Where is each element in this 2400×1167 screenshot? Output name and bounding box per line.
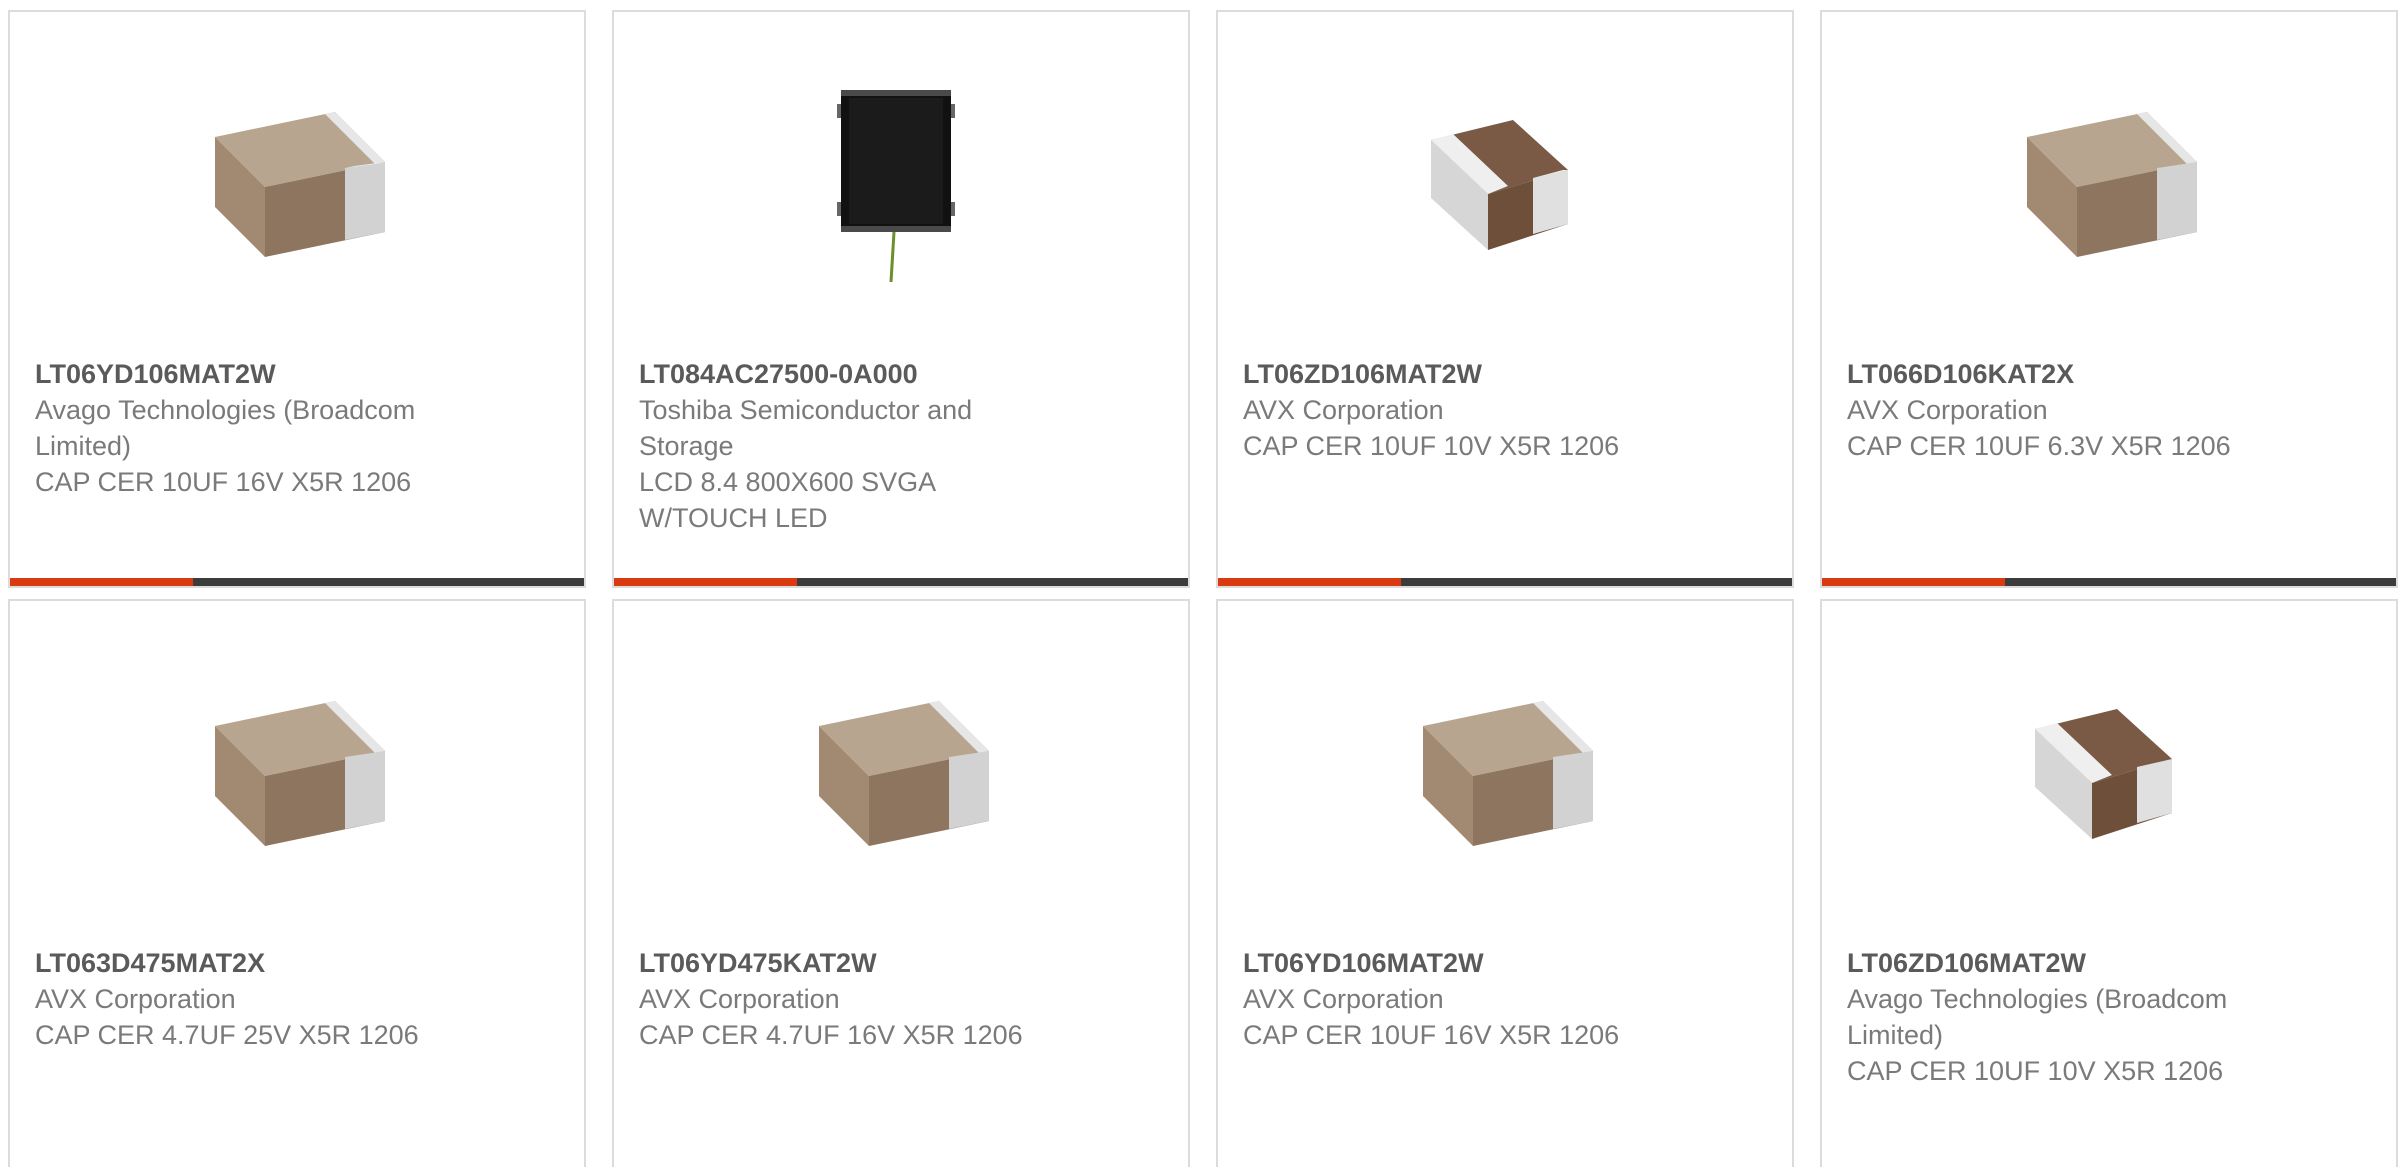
dark-bar-segment — [193, 578, 584, 586]
part-description: LCD 8.4 800X600 SVGA W/TOUCH LED — [639, 467, 935, 533]
manufacturer-name: Avago Technologies (Broadcom Limited) — [1847, 984, 2228, 1050]
product-card[interactable]: LT06YD106MAT2W Avago Technologies (Broad… — [8, 10, 586, 588]
ceramic-capacitor-image — [215, 701, 385, 846]
card-bottom-bar — [1822, 578, 2396, 586]
ceramic-capacitor-image — [2035, 709, 2172, 839]
accent-bar-segment — [1218, 578, 1401, 586]
manufacturer-name: AVX Corporation — [1847, 395, 2048, 425]
product-image[interactable] — [1403, 671, 1608, 876]
manufacturer-name: AVX Corporation — [1243, 395, 1444, 425]
product-card[interactable]: LT06ZD106MAT2W AVX Corporation CAP CER 1… — [1216, 10, 1794, 588]
ceramic-capacitor-image — [2027, 112, 2197, 257]
accent-bar-segment — [10, 578, 193, 586]
part-number[interactable]: LT06YD106MAT2W — [1243, 945, 1713, 981]
manufacturer-name: AVX Corporation — [35, 984, 236, 1014]
part-number[interactable]: LT063D475MAT2X — [35, 945, 505, 981]
product-card[interactable]: LT06YD106MAT2W AVX Corporation CAP CER 1… — [1216, 599, 1794, 1167]
part-number[interactable]: LT06YD475KAT2W — [639, 945, 1109, 981]
part-description: CAP CER 4.7UF 25V X5R 1206 — [35, 1020, 419, 1050]
product-image[interactable] — [195, 82, 400, 287]
product-image[interactable] — [2007, 671, 2212, 876]
manufacturer-name: AVX Corporation — [1243, 984, 1444, 1014]
ceramic-capacitor-image — [1423, 701, 1593, 846]
part-description: CAP CER 10UF 6.3V X5R 1206 — [1847, 431, 2231, 461]
product-image[interactable] — [195, 671, 400, 876]
product-image[interactable] — [2007, 82, 2212, 287]
product-card[interactable]: LT06ZD106MAT2W Avago Technologies (Broad… — [1820, 599, 2398, 1167]
part-description: CAP CER 10UF 10V X5R 1206 — [1847, 1056, 2224, 1086]
accent-bar-segment — [614, 578, 797, 586]
product-card[interactable]: LT084AC27500-0A000 Toshiba Semiconductor… — [612, 10, 1190, 588]
dark-bar-segment — [797, 578, 1188, 586]
product-image[interactable] — [799, 671, 1004, 876]
product-image[interactable] — [1403, 82, 1608, 287]
product-card[interactable]: LT063D475MAT2X AVX Corporation CAP CER 4… — [8, 599, 586, 1167]
ceramic-capacitor-image — [215, 112, 385, 257]
manufacturer-name: Avago Technologies (Broadcom Limited) — [35, 395, 416, 461]
card-bottom-bar — [1218, 578, 1792, 586]
card-bottom-bar — [10, 578, 584, 586]
card-bottom-bar — [614, 578, 1188, 586]
part-number[interactable]: LT06ZD106MAT2W — [1847, 945, 2317, 981]
part-number[interactable]: LT06YD106MAT2W — [35, 356, 505, 392]
ceramic-capacitor-image — [819, 701, 989, 846]
product-grid: LT06YD106MAT2W Avago Technologies (Broad… — [0, 0, 2400, 1167]
ceramic-capacitor-image — [1431, 120, 1568, 250]
lcd-panel-image — [837, 90, 955, 283]
part-number[interactable]: LT066D106KAT2X — [1847, 356, 2317, 392]
part-description: CAP CER 10UF 10V X5R 1206 — [1243, 431, 1620, 461]
dark-bar-segment — [1401, 578, 1792, 586]
part-number[interactable]: LT06ZD106MAT2W — [1243, 356, 1713, 392]
part-description: CAP CER 4.7UF 16V X5R 1206 — [639, 1020, 1023, 1050]
product-card[interactable]: LT06YD475KAT2W AVX Corporation CAP CER 4… — [612, 599, 1190, 1167]
dark-bar-segment — [2005, 578, 2396, 586]
accent-bar-segment — [1822, 578, 2005, 586]
part-description: CAP CER 10UF 16V X5R 1206 — [1243, 1020, 1620, 1050]
manufacturer-name: Toshiba Semiconductor and Storage — [639, 395, 973, 461]
part-number[interactable]: LT084AC27500-0A000 — [639, 356, 1109, 392]
product-image[interactable] — [799, 82, 1004, 287]
product-card[interactable]: LT066D106KAT2X AVX Corporation CAP CER 1… — [1820, 10, 2398, 588]
manufacturer-name: AVX Corporation — [639, 984, 840, 1014]
part-description: CAP CER 10UF 16V X5R 1206 — [35, 467, 412, 497]
